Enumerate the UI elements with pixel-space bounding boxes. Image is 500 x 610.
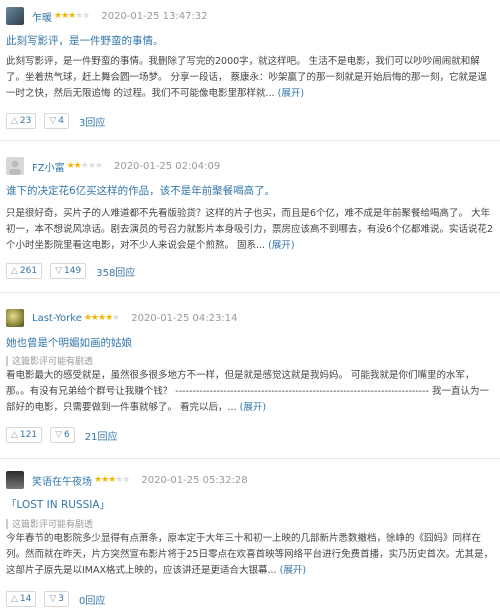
- username[interactable]: FZ小富: [32, 159, 65, 174]
- rating-stars: ★★★★★: [83, 313, 120, 323]
- downvote-count: 3: [58, 594, 65, 604]
- downvote-button[interactable]: ▽ 4: [44, 113, 70, 129]
- avatar[interactable]: [6, 7, 24, 25]
- username[interactable]: 笑语在午夜场: [32, 473, 92, 488]
- spoiler-warning: 这篇影评可能有剧透: [6, 354, 93, 367]
- spoiler-text: 这篇影评可能有剧透: [12, 520, 94, 530]
- downvote-count: 4: [58, 116, 65, 126]
- review-header: 乍暖 ★★★★★ 2020-01-25 13:47:32: [6, 6, 208, 26]
- expand-link[interactable]: (展开): [280, 565, 306, 576]
- timestamp: 2020-01-25 04:23:14: [131, 312, 238, 324]
- upvote-button[interactable]: △ 14: [6, 591, 37, 607]
- timestamp: 2020-01-25 13:47:32: [101, 10, 208, 22]
- review-body: 只是很好奇，买片子的人难道都不先看版验货？这样的片子也买，而且是6个亿，难不成是…: [6, 206, 494, 254]
- expand-link[interactable]: (展开): [268, 240, 294, 251]
- upvote-count: 121: [19, 430, 38, 440]
- review-header: 笑语在午夜场 ★★★★★ 2020-01-25 05:32:28: [6, 470, 248, 490]
- thumb-up-icon: △: [11, 430, 18, 440]
- review-item: Last-Yorke ★★★★★ 2020-01-25 04:23:14 她也曾…: [0, 302, 500, 456]
- thumb-down-icon: ▽: [55, 430, 63, 440]
- username[interactable]: 乍暖: [32, 9, 52, 24]
- thumb-up-icon: △: [11, 116, 18, 126]
- expand-link[interactable]: (展开): [278, 88, 304, 99]
- thumb-down-icon: ▽: [49, 116, 57, 126]
- review-body: 今年春节的电影院多少显得有点萧条，原本定于大年三十和初一上映的几部新片悉数撤档，…: [6, 531, 494, 579]
- reply-link[interactable]: 21回应: [85, 428, 118, 443]
- rating-stars: ★★★★★: [94, 475, 130, 485]
- rating-stars: ★★★★★: [54, 11, 90, 21]
- review-title[interactable]: 她也曾是个明媚如画的姑娘: [6, 335, 132, 350]
- review-header: Last-Yorke ★★★★★ 2020-01-25 04:23:14: [6, 308, 237, 328]
- review-body-text: 只是很好奇，买片子的人难道都不先看版验货？这样的片子也买，而且是6个亿，难不成是…: [6, 208, 494, 251]
- rating-stars: ★★★★★: [66, 161, 103, 171]
- review-actions: △ 23 ▽ 4 3回应: [6, 113, 105, 129]
- review-body: 此刻写影评，是一件野蛮的事情。我删除了写完的2000字，就这样吧。 生活不是电影…: [6, 54, 494, 102]
- review-title[interactable]: 此刻写影评，是一件野蛮的事情。: [6, 33, 164, 48]
- thumb-down-icon: ▽: [49, 594, 57, 604]
- upvote-count: 23: [19, 116, 32, 126]
- reply-link[interactable]: 358回应: [96, 264, 135, 279]
- upvote-button[interactable]: △ 23: [6, 113, 37, 129]
- review-body-text: 今年春节的电影院多少显得有点萧条，原本定于大年三十和初一上映的几部新片悉数撤档，…: [6, 533, 494, 576]
- upvote-button[interactable]: △ 261: [6, 263, 43, 279]
- review-actions: △ 121 ▽ 6 21回应: [6, 427, 118, 443]
- upvote-count: 261: [19, 266, 38, 276]
- downvote-button[interactable]: ▽ 6: [50, 427, 75, 443]
- thumb-up-icon: △: [11, 266, 18, 276]
- divider: [0, 458, 500, 459]
- upvote-count: 14: [19, 594, 32, 604]
- review-item: 笑语在午夜场 ★★★★★ 2020-01-25 05:32:28 「LOST I…: [0, 464, 500, 610]
- downvote-count: 6: [64, 430, 70, 440]
- upvote-button[interactable]: △ 121: [6, 427, 43, 443]
- review-body-text: 此刻写影评，是一件野蛮的事情。我删除了写完的2000字，就这样吧。 生活不是电影…: [6, 56, 488, 99]
- downvote-count: 149: [64, 266, 82, 276]
- expand-link[interactable]: (展开): [240, 402, 266, 413]
- timestamp: 2020-01-25 05:32:28: [141, 474, 248, 486]
- review-actions: △ 261 ▽ 149 358回应: [6, 263, 135, 279]
- thumb-up-icon: △: [11, 594, 18, 604]
- avatar[interactable]: [6, 471, 24, 489]
- avatar[interactable]: [6, 309, 24, 327]
- username[interactable]: Last-Yorke: [32, 313, 82, 324]
- reply-link[interactable]: 0回应: [79, 592, 105, 607]
- divider: [0, 292, 500, 293]
- default-user-icon: [9, 160, 21, 175]
- review-title[interactable]: 「LOST IN RUSSIA」: [6, 497, 110, 512]
- review-header: FZ小富 ★★★★★ 2020-01-25 02:04:09: [6, 156, 220, 176]
- downvote-button[interactable]: ▽ 149: [50, 263, 87, 279]
- spoiler-text: 这篇影评可能有剧透: [12, 357, 94, 367]
- avatar[interactable]: [6, 157, 24, 175]
- spoiler-warning: 这篇影评可能有剧透: [6, 517, 93, 530]
- divider: [0, 140, 500, 141]
- review-item: FZ小富 ★★★★★ 2020-01-25 02:04:09 谁下的决定花6亿买…: [0, 150, 500, 300]
- review-item: 乍暖 ★★★★★ 2020-01-25 13:47:32 此刻写影评，是一件野蛮…: [0, 0, 500, 150]
- review-body: 看电影最大的感受就是，虽然很多很多地方不一样，但是就是感觉这就是我妈妈。 可能我…: [6, 368, 494, 416]
- review-title[interactable]: 谁下的决定花6亿买这样的作品，该不是年前聚餐喝高了。: [6, 183, 275, 198]
- thumb-down-icon: ▽: [55, 266, 63, 276]
- review-actions: △ 14 ▽ 3 0回应: [6, 591, 105, 607]
- reply-link[interactable]: 3回应: [79, 114, 105, 129]
- downvote-button[interactable]: ▽ 3: [44, 591, 70, 607]
- timestamp: 2020-01-25 02:04:09: [113, 160, 221, 172]
